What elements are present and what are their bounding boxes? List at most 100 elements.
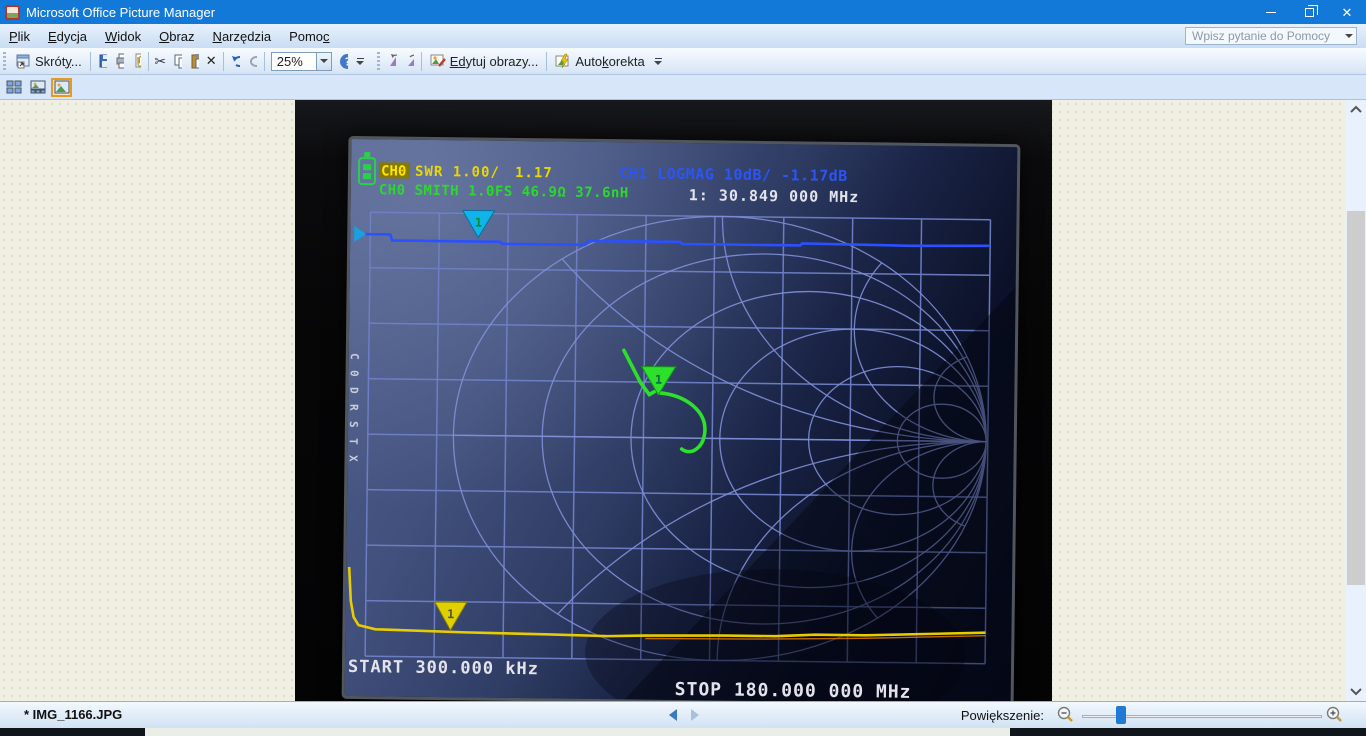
menu-pomoc[interactable]: Pomoc — [280, 26, 338, 47]
status-bar: * IMG_1166.JPG Powiększenie: — [0, 701, 1366, 728]
rotate-left-button[interactable] — [384, 53, 401, 70]
svg-text:C: C — [348, 353, 361, 360]
restore-icon — [1305, 8, 1314, 17]
svg-text:?: ? — [344, 55, 348, 68]
copy-button[interactable] — [169, 53, 186, 70]
scrollbar-thumb[interactable] — [1347, 211, 1365, 585]
chevron-down-icon — [320, 59, 328, 63]
svg-text:D: D — [347, 387, 360, 394]
autocorrect-button[interactable]: Autokorekta — [550, 51, 649, 71]
chevron-down-icon — [356, 61, 364, 65]
taskbar-window-strip — [145, 728, 1010, 736]
help-search-input[interactable]: Wpisz pytanie do Pomocy — [1185, 27, 1357, 45]
help-button[interactable]: ? — [335, 53, 352, 70]
picture-manager-window: Microsoft Office Picture Manager ✕ Plik … — [0, 0, 1366, 736]
separator — [223, 52, 224, 71]
picture-canvas: 1 1 1 — [0, 100, 1366, 701]
email-icon — [132, 53, 141, 69]
print-button[interactable] — [111, 53, 128, 70]
copy-icon — [173, 53, 182, 69]
zoom-out-icon — [1059, 708, 1073, 722]
menu-plik[interactable]: Plik — [0, 26, 39, 47]
help-icon: ? — [339, 53, 348, 70]
toolbar-grip[interactable] — [3, 52, 6, 71]
rotate-right-icon — [405, 53, 414, 69]
titlebar: Microsoft Office Picture Manager ✕ — [0, 0, 1366, 24]
toolbar-grip[interactable] — [377, 52, 380, 71]
svg-text:1: 1 — [475, 215, 482, 229]
toolbar: Skróty... ✂ ✕ 25% ? Edytuj obrazy... — [0, 48, 1366, 75]
shortcuts-button[interactable]: Skróty... — [10, 51, 87, 71]
vertical-scrollbar[interactable] — [1346, 100, 1366, 701]
taskbar-strip — [0, 728, 1366, 736]
separator — [264, 52, 265, 71]
svg-text:X: X — [346, 455, 359, 462]
swr-value-text: 1.17 — [515, 165, 553, 181]
edit-pictures-button[interactable]: Edytuj obrazy... — [425, 51, 544, 71]
scroll-down-icon[interactable] — [1350, 688, 1362, 696]
redo-button[interactable] — [244, 53, 261, 70]
nanovna-screen: 1 1 1 — [342, 136, 1021, 701]
window-title: Microsoft Office Picture Manager — [26, 5, 215, 20]
separator — [546, 52, 547, 71]
toolbar-options-button[interactable] — [652, 51, 665, 72]
photo-img-1166: 1 1 1 — [295, 100, 1052, 701]
filmstrip-view-icon — [30, 80, 46, 94]
edit-pictures-icon — [430, 53, 446, 69]
help-search-dropdown[interactable] — [1341, 28, 1356, 44]
filmstrip-view-button[interactable] — [27, 78, 48, 97]
help-search-placeholder: Wpisz pytanie do Pomocy — [1186, 29, 1341, 43]
menu-widok[interactable]: Widok — [96, 26, 150, 47]
menubar: Plik Edycja Widok Obraz Narzędzia Pomoc … — [0, 24, 1366, 48]
separator — [421, 52, 422, 71]
delete-icon: ✕ — [206, 53, 217, 69]
delete-button[interactable]: ✕ — [203, 53, 220, 70]
chevron-down-icon — [654, 61, 662, 65]
marker-readout-text: 1: 30.849 000 MHz — [689, 186, 860, 206]
email-button[interactable] — [128, 53, 145, 70]
svg-text:1: 1 — [447, 607, 454, 621]
previous-picture-icon — [669, 709, 677, 721]
previous-picture-button[interactable] — [666, 708, 680, 722]
svg-text:1: 1 — [655, 373, 662, 387]
zoom-combo[interactable]: 25% — [271, 52, 332, 71]
save-button[interactable] — [94, 53, 111, 70]
menu-edycja[interactable]: Edycja — [39, 26, 96, 47]
undo-button[interactable] — [227, 53, 244, 70]
smith-trace — [623, 350, 706, 452]
close-button[interactable]: ✕ — [1328, 0, 1366, 24]
cut-button[interactable]: ✂ — [152, 53, 169, 70]
autocorrect-icon — [555, 53, 571, 69]
thumbnail-view-button[interactable] — [3, 78, 24, 97]
close-icon: ✕ — [1342, 6, 1353, 19]
zoom-value[interactable]: 25% — [271, 52, 317, 71]
start-frequency-text: START 300.000 kHz — [348, 657, 539, 679]
swr-scale-text: SWR 1.00/ — [415, 164, 500, 181]
view-toolbar — [0, 75, 1366, 100]
single-picture-view-button[interactable] — [51, 78, 72, 97]
menu-narzedzia[interactable]: Narzędzia — [204, 26, 281, 47]
separator — [148, 52, 149, 71]
cal-status-column: C 0 D R S T X — [346, 353, 360, 462]
minimize-icon — [1266, 12, 1276, 13]
cut-icon: ✂ — [154, 53, 166, 70]
chevron-down-icon — [1345, 34, 1353, 38]
logmag-trace — [364, 234, 990, 250]
restore-button[interactable] — [1290, 0, 1328, 24]
separator — [90, 52, 91, 71]
scroll-up-icon[interactable] — [1350, 105, 1362, 113]
filename-label: * IMG_1166.JPG — [24, 707, 122, 722]
single-picture-view-icon — [54, 80, 70, 94]
zoom-out-button[interactable] — [1056, 706, 1074, 724]
menu-obraz[interactable]: Obraz — [150, 26, 203, 47]
toolbar-options-button[interactable] — [354, 51, 367, 72]
paste-icon — [190, 53, 199, 69]
svg-text:0: 0 — [348, 370, 361, 377]
zoom-dropdown-button[interactable] — [317, 52, 332, 71]
paste-button[interactable] — [186, 53, 203, 70]
zoom-in-button[interactable] — [1325, 706, 1343, 724]
zoom-slider-thumb[interactable] — [1116, 706, 1126, 724]
rotate-right-button[interactable] — [401, 53, 418, 70]
minimize-button[interactable] — [1252, 0, 1290, 24]
next-picture-button[interactable] — [688, 708, 702, 722]
